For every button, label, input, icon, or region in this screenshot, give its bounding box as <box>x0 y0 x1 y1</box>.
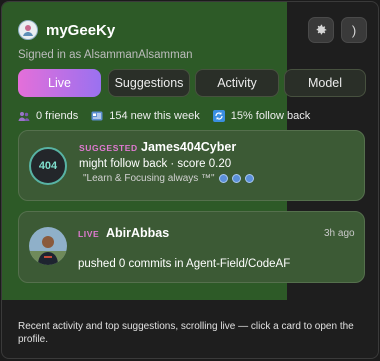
stat-new-this-week: 154 new this week <box>91 110 200 122</box>
emoji-icon <box>231 174 241 183</box>
suggestion-card[interactable]: 404 SUGGESTED James404Cyber might follow… <box>18 130 365 201</box>
tab-model[interactable]: Model <box>284 69 366 97</box>
emoji-icon <box>244 174 254 183</box>
avatar: 404 <box>29 147 67 185</box>
stats-row: 0 friends 154 new this week 15% follow b… <box>18 109 323 123</box>
card-description: pushed 0 commits in Agent-Field/CodeAF <box>78 258 291 270</box>
follow-back-rate: 15% follow back <box>230 110 311 122</box>
card-description: might follow back · score 0.20 <box>79 158 232 170</box>
header: myGeeKy <box>18 19 115 41</box>
app-window: myGeeKy ) Signed in as AlsammanAlsamman … <box>1 1 379 359</box>
gear-icon <box>316 24 327 35</box>
card-username: AbirAbbas <box>106 226 170 240</box>
activity-card[interactable]: LIVE AbirAbbas 3h ago pushed 0 commits i… <box>18 211 365 283</box>
collapse-button[interactable]: ) <box>341 17 367 43</box>
tab-activity[interactable]: Activity <box>195 69 279 97</box>
signed-in-text: Signed in as AlsammanAlsamman <box>18 49 193 61</box>
emoji-icon <box>218 174 228 183</box>
news-icon <box>91 111 103 121</box>
card-timestamp: 3h ago <box>324 228 355 239</box>
friends-count: 0 friends <box>36 110 79 122</box>
app-title: myGeeKy <box>46 21 116 39</box>
tab-bar: Live Suggestions Activity Model <box>18 69 366 97</box>
avatar <box>29 227 67 265</box>
tab-live[interactable]: Live <box>18 69 101 97</box>
footer-hint: Recent activity and top suggestions, scr… <box>18 321 354 345</box>
refresh-icon <box>212 110 225 122</box>
stat-friends: 0 friends <box>18 110 78 122</box>
card-username: James404Cyber <box>141 140 237 154</box>
stat-follow-back: 15% follow back <box>212 110 311 122</box>
new-this-week-count: 154 new this week <box>109 110 200 122</box>
settings-button[interactable] <box>308 17 334 43</box>
bio-text: "Learn & Focusing always ™" <box>83 173 215 184</box>
card-bio: "Learn & Focusing always ™" <box>83 173 254 184</box>
tab-suggestions[interactable]: Suggestions <box>108 69 190 97</box>
chevron-right-icon: ) <box>351 22 357 38</box>
suggested-badge: SUGGESTED <box>79 143 138 153</box>
live-badge: LIVE <box>78 229 100 239</box>
user-avatar-icon[interactable] <box>18 20 38 40</box>
people-icon <box>18 112 30 121</box>
